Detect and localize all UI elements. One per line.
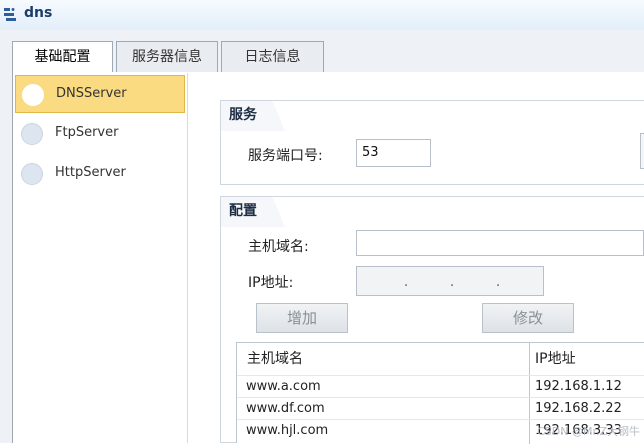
device-list: DNSServer FtpServer HttpServer [13, 73, 188, 443]
device-label: FtpServer [55, 125, 119, 140]
table-row[interactable]: www.df.com 192.168.2.22 [237, 397, 644, 420]
device-item-ftpserver[interactable]: FtpServer [15, 115, 185, 153]
hostname-label: 主机域名: [248, 239, 309, 255]
device-item-httpserver[interactable]: HttpServer [15, 155, 185, 193]
window-title: dns [24, 5, 53, 21]
service-action-button-edge[interactable] [640, 133, 644, 169]
dns-app-icon [4, 8, 16, 21]
cell-hostname: www.hjl.com [246, 423, 329, 438]
ip-separator: . [404, 275, 409, 290]
device-icon [21, 123, 43, 145]
cell-ip: 192.168.1.12 [535, 379, 622, 394]
device-label: DNSServer [56, 86, 127, 101]
ip-separator: . [496, 275, 501, 290]
device-label: HttpServer [55, 165, 126, 180]
cell-hostname: www.df.com [246, 401, 325, 416]
port-label: 服务端口号: [248, 148, 323, 164]
service-section-title: 服务 [220, 100, 285, 131]
column-header-hostname: 主机域名 [247, 351, 303, 367]
tab-log-info[interactable]: 日志信息 [221, 41, 324, 72]
table-row[interactable]: www.a.com 192.168.1.12 [237, 375, 644, 398]
ip-separator: . [450, 275, 455, 290]
device-icon [21, 163, 43, 185]
add-button[interactable]: 增加 [256, 303, 348, 333]
watermark: CSDN @Mr.Z大钢牛 [537, 425, 640, 438]
ip-address-input[interactable]: . . . [356, 266, 544, 296]
tab-basic-config[interactable]: 基础配置 [12, 41, 113, 74]
tab-server-info[interactable]: 服务器信息 [116, 41, 218, 72]
ip-label: IP地址: [248, 275, 294, 291]
config-section-title: 配置 [220, 196, 285, 227]
device-item-dnsserver[interactable]: DNSServer [15, 75, 185, 113]
column-header-ip: IP地址 [535, 351, 576, 367]
cell-hostname: www.a.com [246, 379, 321, 394]
device-icon [22, 84, 44, 106]
hostname-input[interactable] [356, 230, 644, 256]
title-bar: dns [0, 0, 644, 31]
modify-button[interactable]: 修改 [482, 303, 574, 333]
port-input[interactable]: 53 [356, 139, 431, 167]
cell-ip: 192.168.2.22 [535, 401, 622, 416]
service-group: 服务 [220, 100, 644, 185]
